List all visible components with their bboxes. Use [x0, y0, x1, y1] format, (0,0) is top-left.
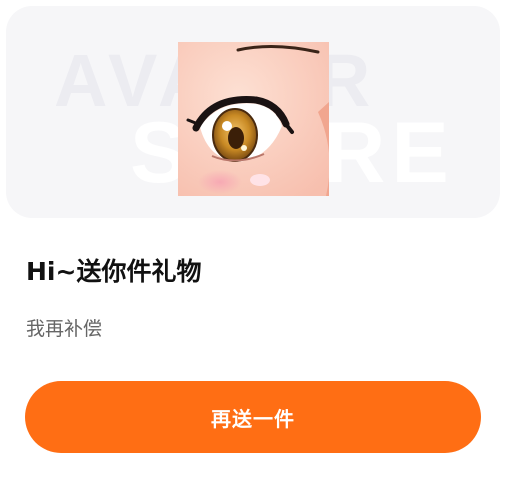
dialog-subtitle: 我再补偿 [26, 318, 103, 340]
gift-dialog: AVATAR STORE [0, 0, 512, 477]
dialog-title: Hi~送你件礼物 [26, 257, 202, 286]
gift-hero-panel: AVATAR STORE [6, 6, 500, 218]
send-another-button[interactable]: 再送一件 [25, 381, 481, 453]
gift-image [178, 42, 329, 196]
anime-eye-icon [178, 42, 329, 196]
